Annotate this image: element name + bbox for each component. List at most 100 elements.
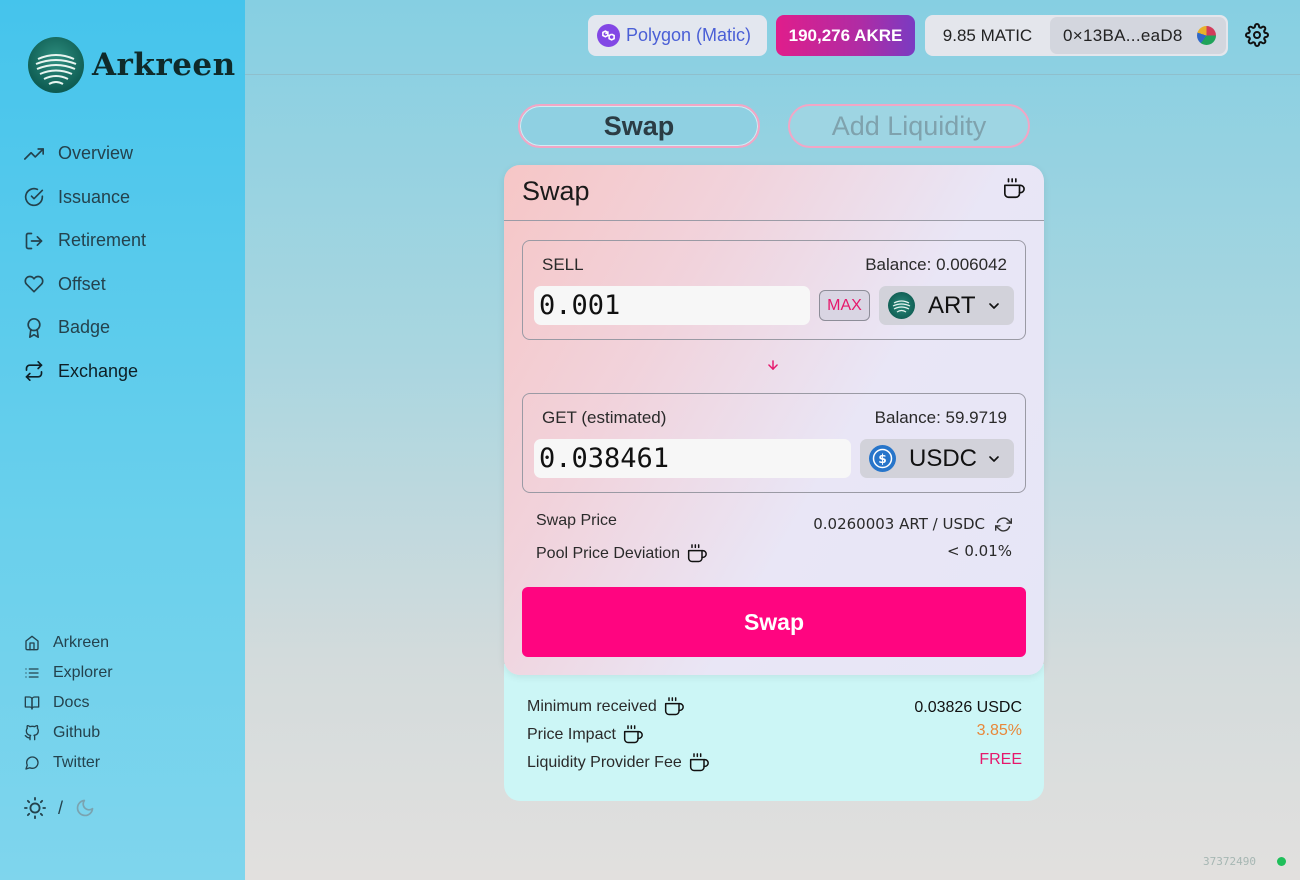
log-out-icon xyxy=(25,232,43,250)
tab-swap[interactable]: Swap xyxy=(518,104,760,148)
theme-separator: / xyxy=(58,797,64,818)
sell-label: SELL xyxy=(542,255,584,274)
sidebar-item-issuance[interactable]: Issuance xyxy=(24,176,146,220)
art-token-icon xyxy=(888,292,915,319)
sell-panel: SELL Balance: 0.006042 MAX ART xyxy=(522,240,1026,340)
network-selector[interactable]: Polygon (Matic) xyxy=(588,15,767,56)
sell-token-selector[interactable]: ART xyxy=(879,286,1014,325)
chevron-down-icon xyxy=(989,303,999,309)
coffee-icon[interactable] xyxy=(687,544,707,564)
wallet-button[interactable]: 9.85 MATIC 0×13BA...eaD8 xyxy=(925,15,1228,56)
swap-price-row: Swap Price xyxy=(536,512,617,530)
block-number[interactable]: 37372490 xyxy=(1203,855,1256,868)
message-circle-icon xyxy=(25,756,39,770)
get-token-selector[interactable]: $ USDC xyxy=(860,439,1014,478)
coffee-icon[interactable] xyxy=(623,725,643,745)
polygon-icon xyxy=(597,24,620,47)
heart-icon xyxy=(24,275,44,293)
get-label: GET (estimated) xyxy=(542,408,667,427)
sidebar-item-label: Issuance xyxy=(58,186,131,207)
coffee-icon[interactable] xyxy=(1003,178,1025,200)
sidebar-item-label: Offset xyxy=(58,273,106,294)
swap-price-label: Swap Price xyxy=(536,512,617,529)
card-header: Swap xyxy=(504,165,1044,221)
wallet-address[interactable]: 0×13BA...eaD8 xyxy=(1050,17,1226,54)
sidebar-item-exchange[interactable]: Exchange xyxy=(24,350,146,394)
arrow-down-icon[interactable] xyxy=(766,358,780,372)
swap-details: Minimum received 0.03826 USDC Price Impa… xyxy=(504,664,1044,801)
chevron-down-icon xyxy=(989,456,999,462)
award-icon xyxy=(27,317,41,338)
get-amount-input[interactable] xyxy=(534,439,851,478)
check-circle-icon xyxy=(24,188,44,207)
arkreen-logo-icon xyxy=(28,37,84,93)
akre-balance-button[interactable]: 190,276 AKRE xyxy=(776,15,915,56)
swap-card: Swap SELL Balance: 0.006042 MAX ART GET … xyxy=(504,165,1044,675)
sidebar-item-retirement[interactable]: Retirement xyxy=(24,219,146,263)
swap-button[interactable]: Swap xyxy=(522,587,1026,657)
sell-balance: Balance: 0.006042 xyxy=(865,255,1007,274)
header-divider xyxy=(245,74,1300,75)
get-panel: GET (estimated) Balance: 59.9719 $ USDC xyxy=(522,393,1026,493)
sidebar-item-label: Badge xyxy=(58,317,111,338)
sidebar: Arkreen Overview Issuance Retirement Off… xyxy=(0,0,245,880)
deviation-row: Pool Price Deviation xyxy=(536,544,707,564)
book-icon xyxy=(24,696,40,710)
lp-fee-label: Liquidity Provider Fee xyxy=(527,754,682,771)
coffee-icon[interactable] xyxy=(689,753,709,773)
moon-icon[interactable] xyxy=(75,798,95,818)
sidebar-item-offset[interactable]: Offset xyxy=(24,263,146,307)
lp-fee-row: Liquidity Provider Fee xyxy=(527,753,709,773)
gear-icon[interactable] xyxy=(1245,23,1269,47)
link-docs[interactable]: Docs xyxy=(24,688,113,718)
svg-text:$: $ xyxy=(878,452,886,466)
status-dot xyxy=(1277,857,1286,866)
min-received-label: Minimum received xyxy=(527,698,657,715)
repeat-icon xyxy=(25,361,43,382)
list-icon xyxy=(25,668,39,678)
home-icon xyxy=(25,635,39,651)
lp-fee-value: FREE xyxy=(979,751,1022,768)
sidebar-item-badge[interactable]: Badge xyxy=(24,306,146,350)
coffee-icon[interactable] xyxy=(664,697,684,717)
network-label: Polygon (Matic) xyxy=(626,25,752,45)
matic-balance: 9.85 MATIC xyxy=(942,25,1033,45)
link-github[interactable]: Github xyxy=(24,718,113,748)
wallet-address-text: 0×13BA...eaD8 xyxy=(1063,25,1183,45)
link-label: Arkreen xyxy=(53,634,110,651)
sidebar-nav: Overview Issuance Retirement Offset Badg… xyxy=(24,132,146,393)
get-balance: Balance: 59.9719 xyxy=(874,408,1007,427)
link-explorer[interactable]: Explorer xyxy=(24,658,113,688)
min-received-row: Minimum received xyxy=(527,697,684,717)
sell-token-label: ART xyxy=(928,291,976,319)
external-links: Arkreen Explorer Docs Github Twitter xyxy=(24,628,113,778)
tab-add-liquidity[interactable]: Add Liquidity xyxy=(788,104,1030,148)
brand-name: Arkreen xyxy=(92,47,236,83)
card-title: Swap xyxy=(522,176,590,206)
link-label: Twitter xyxy=(53,754,101,771)
link-label: Github xyxy=(53,724,101,741)
theme-toggle: / xyxy=(24,797,95,819)
link-label: Explorer xyxy=(53,664,113,681)
sidebar-item-label: Overview xyxy=(58,143,134,164)
get-token-label: USDC xyxy=(909,444,978,472)
swap-price-value-group: 0.0260003 ART / USDC xyxy=(813,515,1012,533)
sun-icon[interactable] xyxy=(24,797,46,819)
refresh-icon[interactable] xyxy=(995,516,1012,533)
link-twitter[interactable]: Twitter xyxy=(24,748,113,778)
price-impact-value: 3.85% xyxy=(976,722,1022,739)
brand-logo[interactable]: Arkreen xyxy=(28,37,236,93)
price-impact-row: Price Impact xyxy=(527,725,643,745)
github-icon xyxy=(24,725,39,741)
deviation-value: < 0.01% xyxy=(947,542,1012,560)
wallet-avatar xyxy=(1197,26,1216,45)
trending-up-icon xyxy=(24,147,44,160)
sell-amount-input[interactable] xyxy=(534,286,810,325)
min-received-value: 0.03826 USDC xyxy=(914,699,1022,716)
deviation-label: Pool Price Deviation xyxy=(536,545,681,562)
sidebar-item-label: Retirement xyxy=(58,230,147,251)
link-arkreen[interactable]: Arkreen xyxy=(24,628,113,658)
sidebar-item-label: Exchange xyxy=(58,360,139,381)
sidebar-item-overview[interactable]: Overview xyxy=(24,132,146,176)
max-button[interactable]: MAX xyxy=(819,290,870,321)
